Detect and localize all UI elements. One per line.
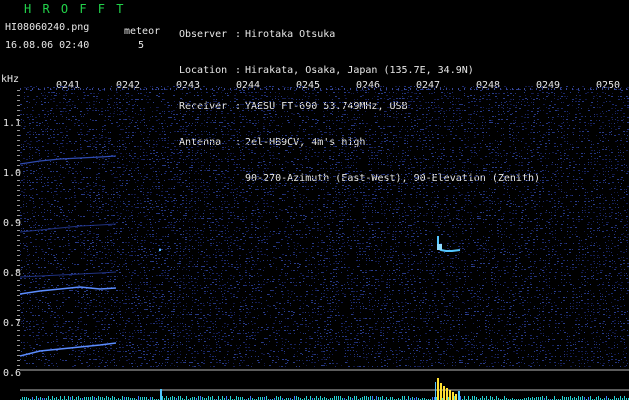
- hrofft-spectrogram: H R O F F T HI08060240.png 16.08.06 02:4…: [0, 0, 629, 400]
- spectrogram-plot: [17, 86, 629, 400]
- small-echo: [159, 249, 161, 251]
- signal-trace: [19, 271, 117, 278]
- amplitude-baseline: [20, 396, 629, 400]
- noise-background: [20, 86, 629, 367]
- meteor-echo-head: [437, 244, 442, 250]
- signal-trace: [19, 342, 117, 357]
